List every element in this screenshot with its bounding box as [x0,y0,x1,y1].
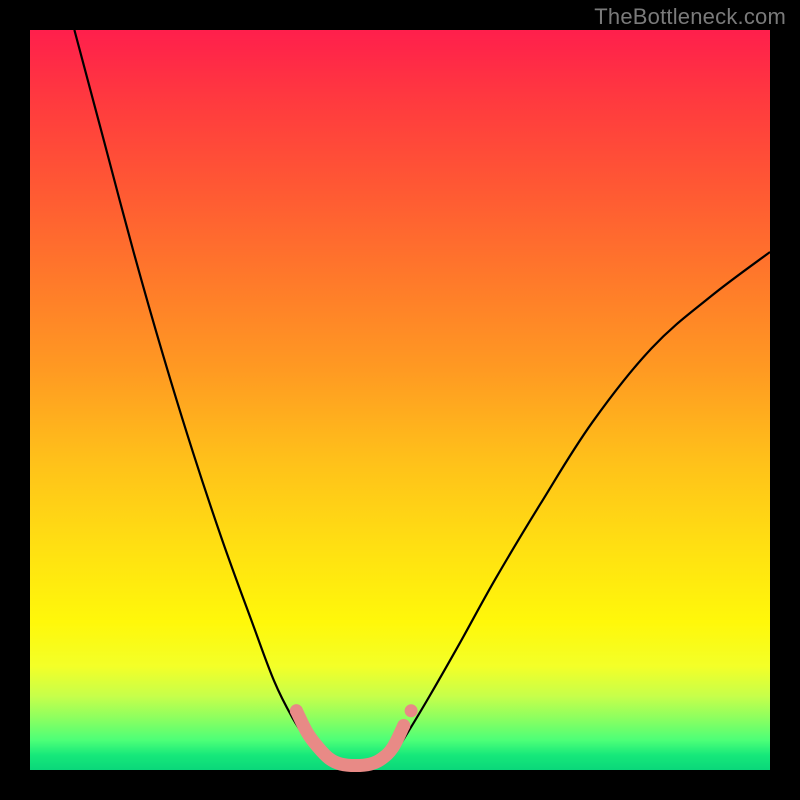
plot-area [30,30,770,770]
watermark-text: TheBottleneck.com [594,4,786,30]
left-curve [74,30,340,766]
marker-endcap [397,719,410,732]
marker-endcap [290,704,303,717]
right-curve [378,252,770,766]
chart-frame: TheBottleneck.com [0,0,800,800]
marker-path [296,711,403,766]
marker-dot [405,704,418,717]
chart-svg [30,30,770,770]
